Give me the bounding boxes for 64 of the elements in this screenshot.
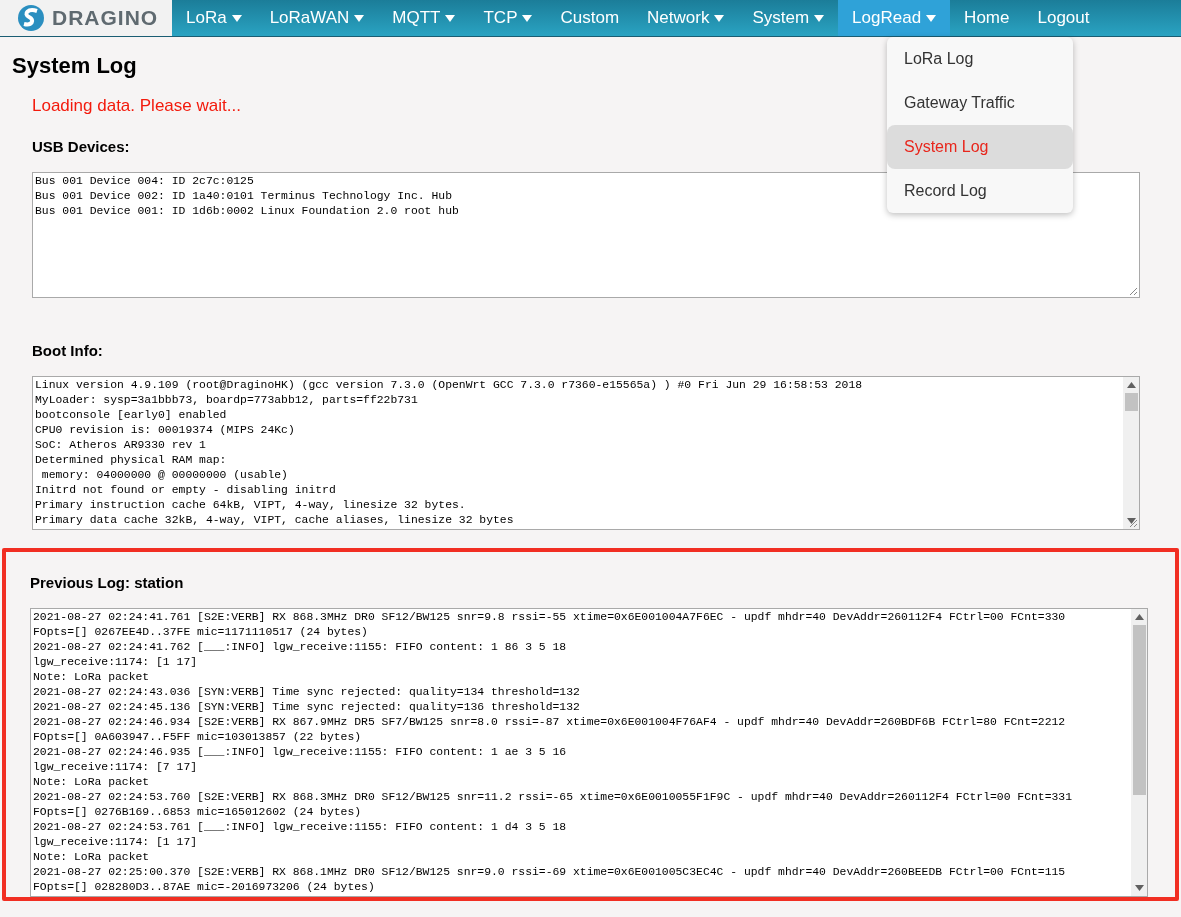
logo-text: DRAGINO (52, 6, 159, 30)
log-line: 2021-08-27 02:24:53.761 [___:INFO] lgw_receive:1155: FIFO content: 1 d4 3 5 18 (33, 820, 567, 835)
dropdown-menu-item[interactable]: Gateway Traffic (887, 81, 1073, 125)
log-text-area[interactable] (32, 376, 1140, 530)
dropdown-menu-item[interactable]: LoRa Log (887, 37, 1073, 81)
log-line: Note: LoRa packet (33, 670, 150, 685)
log-line: Note: LoRa packet (33, 850, 150, 865)
nav-menu-item[interactable]: LoRa (172, 0, 256, 36)
log-line: FOpts=[] 0276B169..6853 mic=165012602 (24 bytes) (33, 805, 362, 820)
log-line: FOpts=[] 028280D3..87AE mic=-2016973206 (24 bytes) (33, 880, 375, 895)
log-line: lgw_receive:1174: [1 17] (33, 655, 198, 670)
log-line: memory: 04000000 @ 00000000 (usable) (40, 468, 288, 483)
log-line: lgw_receive:1174: [1 17] (33, 835, 198, 850)
log-line: 2021-08-27 02:24:41.761 [S2E:VERB] RX 868.3MHz DR0 SF12/BW125 snr=9.8 rssi=-55 xtime=0x6E001004A7F6EC - updf mhdr=40 DevAddr=260112F4 FCtrl=00 FCnt=330 (33, 610, 1066, 625)
log-line: Bus 001 Device 001: ID 1d6b:0002 Linux Foundation 2.0 root hub (35, 204, 459, 219)
nav-menu-item[interactable]: Custom (546, 0, 634, 36)
nav-menu-item[interactable]: Home (950, 0, 1024, 36)
log-line: Primary instruction cache 64kB, VIPT, 4-way, linesize 32 bytes. (35, 498, 466, 513)
resize-grip-icon[interactable] (1127, 285, 1138, 296)
nav-menu-item[interactable]: LoRaWAN (255, 0, 379, 36)
section-heading: Previous Log: station (30, 573, 184, 593)
scroll-down-icon[interactable] (1126, 518, 1136, 524)
log-line: SoC: Atheros AR9330 rev 1 (35, 438, 206, 453)
log-line: Bus 001 Device 002: ID 1a40:0101 Terminus Technology Inc. Hub (35, 189, 452, 204)
log-line: 2021-08-27 02:24:53.760 [S2E:VERB] RX 868.3MHz DR0 SF12/BW125 snr=11.2 rssi=-65 xtime=0x6E0010055F1F9C - updf mhdr=40 DevAddr=260112F4 FCtrl=00 FCnt=331 (33, 790, 1072, 805)
log-line: Bus 001 Device 004: ID 2c7c:0125 (35, 174, 254, 189)
scroll-down-icon[interactable] (1134, 885, 1144, 891)
log-line: 2021-08-27 02:24:45.136 [SYN:VERB] Time sync rejected: quality=136 threshold=132 (33, 700, 580, 715)
section-heading: Boot Info: (32, 341, 103, 361)
dropdown-menu-item[interactable]: Record Log (887, 169, 1073, 213)
scrollbar-thumb[interactable] (1132, 625, 1146, 795)
section-heading: USB Devices: (32, 137, 130, 157)
nav-menu-item[interactable]: TCP (469, 0, 547, 36)
log-line: 2021-08-27 02:25:00.370 [S2E:VERB] RX 868.1MHz DR0 SF12/BW125 snr=9.0 rssi=-69 xtime=0x6E001005C3EC4C - updf mhdr=40 DevAddr=260BEEDB FCtrl=00 FCnt=115 (33, 865, 1066, 880)
scrollbar[interactable] (1123, 377, 1139, 529)
scrollbar-thumb[interactable] (1124, 393, 1138, 411)
log-line: MyLoader: sysp=3a1bbb73, boardp=773abb12, parts=ff22b731 (35, 393, 418, 408)
log-line: lgw_receive:1174: [7 17] (33, 760, 198, 775)
nav-menu-item[interactable]: Logout (1023, 0, 1104, 36)
nav-menu-item[interactable]: Network (633, 0, 739, 36)
scrollbar[interactable] (1131, 609, 1147, 896)
log-line: CPU0 revision is: 00019374 (MIPS 24Kc) (35, 423, 295, 438)
log-line: FOpts=[] 0A603947..F5FF mic=103013857 (22 bytes) (33, 730, 362, 745)
log-line: Note: LoRa packet (33, 775, 150, 790)
log-line: Initrd not found or empty - disabling initrd (35, 483, 336, 498)
log-line: 2021-08-27 02:24:43.036 [SYN:VERB] Time sync rejected: quality=134 threshold=132 (33, 685, 580, 700)
log-line: Primary data cache 32kB, 4-way, VIPT, cache aliases, linesize 32 bytes (35, 513, 514, 528)
log-line: 2021-08-27 02:24:46.935 [___:INFO] lgw_receive:1155: FIFO content: 1 ae 3 5 16 (33, 745, 567, 760)
log-line: 2021-08-27 02:24:41.762 [___:INFO] lgw_receive:1155: FIFO content: 1 86 3 5 18 (33, 640, 567, 655)
log-line: bootconsole [early0] enabled (35, 408, 227, 423)
page-title: System Log (11, 52, 137, 79)
dropdown-menu-item[interactable]: System Log (887, 125, 1073, 169)
nav-menu-item[interactable]: System (738, 0, 839, 36)
log-line: FOpts=[] 0267EE4D..37FE mic=1171110517 (24 bytes) (33, 625, 368, 640)
nav-menu-item[interactable]: LogRead (838, 0, 951, 36)
status-message: Loading data. Please wait... (32, 96, 241, 116)
log-line: Determined physical RAM map: (35, 453, 227, 468)
log-line: Linux version 4.9.109 (root@DraginoHK) (gcc version 7.3.0 (OpenWrt GCC 7.3.0 r7360-e15565a) ) #0 Fri Jun 29 16:58:53 2018 (35, 378, 863, 393)
log-line: 2021-08-27 02:24:46.934 [S2E:VERB] RX 867.9MHz DR5 SF7/BW125 snr=8.0 rssi=-87 xtime=0x6E001004F76AF4 - updf mhdr=40 DevAddr=260BDF6B FCtrl=80 FCnt=2212 (33, 715, 1066, 730)
log-text-area[interactable] (30, 608, 1148, 897)
scroll-up-icon[interactable] (1126, 382, 1136, 388)
resize-grip-icon[interactable] (1127, 517, 1138, 528)
nav-menu-item[interactable]: MQTT (378, 0, 470, 36)
scroll-up-icon[interactable] (1134, 614, 1144, 620)
